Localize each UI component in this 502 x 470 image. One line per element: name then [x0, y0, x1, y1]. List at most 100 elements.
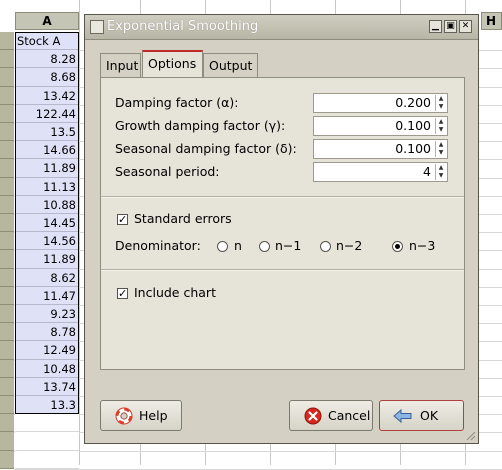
- damping-factor-value[interactable]: 0.200: [395, 95, 431, 110]
- denominator-option-n-1[interactable]: n−1: [275, 238, 301, 253]
- seasonal-damping-label: Seasonal damping factor (δ):: [115, 141, 297, 156]
- row-header[interactable]: [0, 341, 14, 360]
- cell-value[interactable]: 14.56: [15, 232, 79, 251]
- standard-errors-checkbox[interactable]: ✓: [117, 214, 128, 225]
- ok-label: OK: [420, 408, 439, 423]
- row-header[interactable]: [0, 286, 14, 305]
- cell-value[interactable]: 8.28: [15, 50, 79, 69]
- cell-value[interactable]: 10.88: [15, 195, 79, 214]
- row-header[interactable]: [0, 250, 14, 269]
- row-header[interactable]: [0, 377, 14, 396]
- checkmark-icon: ✓: [118, 287, 128, 300]
- row-header[interactable]: [0, 232, 14, 251]
- cell-value[interactable]: 10.48: [15, 359, 79, 378]
- help-button[interactable]: Help: [100, 400, 182, 431]
- cell-value[interactable]: 11.13: [15, 177, 79, 196]
- row-header[interactable]: [0, 268, 14, 287]
- row-header[interactable]: [0, 86, 14, 105]
- denominator-radio-n[interactable]: [217, 241, 228, 252]
- cell-value[interactable]: 9.23: [15, 305, 79, 324]
- cell-value[interactable]: 14.45: [15, 214, 79, 233]
- denominator-radio-n-3[interactable]: [392, 241, 403, 252]
- denominator-option-n[interactable]: n: [234, 238, 242, 253]
- cell-empty[interactable]: [15, 432, 79, 451]
- tab-output[interactable]: Output: [203, 53, 258, 78]
- cancel-icon: [304, 407, 322, 425]
- maximize-icon[interactable]: ▣: [444, 20, 457, 33]
- row-header[interactable]: [0, 68, 14, 87]
- seasonal-period-spinner[interactable]: 4 ▲ ▼: [313, 162, 448, 182]
- seasonal-damping-value[interactable]: 0.100: [395, 141, 431, 156]
- cell-empty[interactable]: [15, 450, 79, 469]
- cell-value[interactable]: 13.74: [15, 377, 79, 396]
- cell-value[interactable]: 122.44: [15, 104, 79, 123]
- column-header-h[interactable]: H: [481, 12, 502, 30]
- row-header[interactable]: [0, 50, 14, 69]
- cell-value[interactable]: 8.62: [15, 268, 79, 287]
- row-header[interactable]: [0, 359, 14, 378]
- help-label: Help: [139, 408, 168, 423]
- column-header-a[interactable]: A: [15, 12, 79, 30]
- row-header[interactable]: [0, 450, 14, 469]
- ok-button[interactable]: OK: [379, 400, 464, 431]
- close-icon[interactable]: ✕: [459, 20, 472, 33]
- tab-input[interactable]: Input: [100, 53, 141, 78]
- row-header[interactable]: [0, 323, 14, 342]
- cell-value[interactable]: 8.78: [15, 323, 79, 342]
- cell-value[interactable]: 13.3: [15, 396, 79, 415]
- dialog-title: Exponential Smoothing: [107, 19, 259, 34]
- lifebuoy-icon: [115, 407, 133, 425]
- spin-arrows-icon[interactable]: ▲ ▼: [435, 164, 446, 180]
- section-divider: [101, 196, 464, 198]
- cell-value[interactable]: 13.5: [15, 123, 79, 142]
- include-chart-checkbox[interactable]: ✓: [117, 288, 128, 299]
- cell-header-stock-a[interactable]: Stock A: [15, 32, 79, 51]
- row-header[interactable]: [0, 432, 14, 451]
- row-header[interactable]: [0, 32, 14, 51]
- growth-damping-label: Growth damping factor (γ):: [115, 118, 286, 133]
- cell-value[interactable]: 12.49: [15, 341, 79, 360]
- cell-value[interactable]: 11.47: [15, 286, 79, 305]
- row-header[interactable]: [0, 123, 14, 142]
- row-header[interactable]: [0, 414, 14, 433]
- window-menu-icon[interactable]: [90, 20, 104, 34]
- spin-arrows-icon[interactable]: ▲ ▼: [435, 118, 446, 134]
- row-header[interactable]: [0, 141, 14, 160]
- row-header[interactable]: [0, 214, 14, 233]
- spin-arrows-icon[interactable]: ▲ ▼: [435, 141, 446, 157]
- denominator-option-n-3[interactable]: n−3: [409, 238, 435, 253]
- growth-damping-value[interactable]: 0.100: [395, 118, 431, 133]
- standard-errors-label[interactable]: Standard errors: [134, 211, 232, 226]
- seasonal-damping-spinner[interactable]: 0.100 ▲ ▼: [313, 139, 448, 159]
- cell-empty[interactable]: [15, 414, 79, 433]
- cell-value[interactable]: 11.89: [15, 159, 79, 178]
- dialog-titlebar[interactable]: Exponential Smoothing ▁ ▣ ✕: [85, 15, 478, 40]
- row-header[interactable]: [0, 195, 14, 214]
- resize-grip-icon[interactable]: [464, 429, 476, 441]
- cell-value[interactable]: 8.68: [15, 68, 79, 87]
- row-header[interactable]: [0, 305, 14, 324]
- checkmark-icon: ✓: [118, 213, 128, 226]
- row-header[interactable]: [0, 104, 14, 123]
- denominator-option-n-2[interactable]: n−2: [336, 238, 362, 253]
- row-header[interactable]: [0, 159, 14, 178]
- row-header[interactable]: [0, 177, 14, 196]
- seasonal-period-label: Seasonal period:: [115, 164, 220, 179]
- seasonal-period-value[interactable]: 4: [423, 164, 431, 179]
- cell-value[interactable]: 14.66: [15, 141, 79, 160]
- tab-options[interactable]: Options: [142, 50, 203, 78]
- section-divider: [101, 269, 464, 271]
- cell-value[interactable]: 11.89: [15, 250, 79, 269]
- spin-arrows-icon[interactable]: ▲ ▼: [435, 95, 446, 111]
- growth-damping-spinner[interactable]: 0.100 ▲ ▼: [313, 116, 448, 136]
- cancel-button[interactable]: Cancel: [289, 400, 373, 431]
- damping-factor-label: Damping factor (α):: [115, 95, 239, 110]
- include-chart-label[interactable]: Include chart: [134, 285, 216, 300]
- grid-row-line: [14, 450, 502, 452]
- denominator-radio-n-2[interactable]: [320, 241, 331, 252]
- denominator-radio-n-1[interactable]: [259, 241, 270, 252]
- minimize-icon[interactable]: ▁: [429, 20, 442, 33]
- cell-value[interactable]: 13.42: [15, 86, 79, 105]
- damping-factor-spinner[interactable]: 0.200 ▲ ▼: [313, 93, 448, 113]
- row-header[interactable]: [0, 396, 14, 415]
